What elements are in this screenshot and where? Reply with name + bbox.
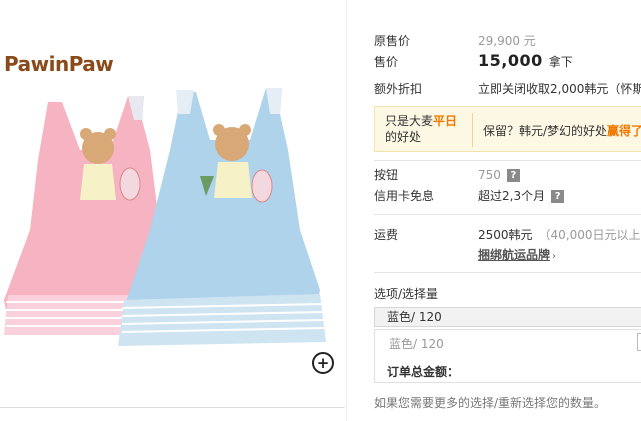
- shipping-value: 2500韩元: [478, 228, 533, 242]
- sale-price-label: 售价: [374, 55, 399, 69]
- extra-discount-row: 额外折扣 立即关闭收取2,000韩元（怀斯: [374, 80, 641, 97]
- shipping-label: 运费: [374, 228, 399, 242]
- original-price-value: 29,900 元: [478, 34, 536, 48]
- image-bottom-border: [0, 407, 345, 408]
- points-label: 按钮: [374, 168, 399, 182]
- panel-divider: [346, 0, 347, 421]
- promo-left-text: 只是大麦平日 的好处: [385, 113, 465, 145]
- promo-banner: 只是大麦平日 的好处 保留？韩元/梦幻的好处赢得了: [374, 106, 641, 152]
- sale-price-value: 15,000: [478, 51, 543, 70]
- section-divider: [374, 214, 641, 215]
- original-price-label: 原售价: [374, 34, 411, 48]
- bundle-shipping-link[interactable]: 捆绑航运品牌: [478, 248, 550, 262]
- installment-row: 信用卡免息 超过2,3个月?: [374, 187, 641, 204]
- footer-note: 如果您需要更多的选择/重新选择您的数量。: [374, 396, 607, 410]
- order-summary: 蓝色/ 120 订单总金额：: [374, 329, 641, 383]
- promo-left-highlight: 平日: [433, 114, 458, 128]
- product-info-panel: 原售价 29,900 元 售价 15,000 拿下 额外折扣 立即关闭收取2,000韩元…: [360, 0, 641, 421]
- shipping-note: （40,000日元以上免费: [538, 228, 641, 242]
- extra-discount-value: 立即关闭收取2,000韩元（怀斯: [478, 82, 641, 96]
- installment-label: 信用卡免息: [374, 189, 435, 203]
- order-item-option: 蓝色/ 120: [389, 337, 444, 351]
- installment-value: 超过2,3个月: [478, 189, 546, 203]
- order-total-label: 订单总金额：: [387, 365, 460, 379]
- points-help-icon[interactable]: ?: [506, 169, 520, 182]
- options-row: 选项/选择量: [374, 285, 641, 302]
- original-price-row: 原售价 29,900 元: [374, 32, 641, 49]
- chevron-right-icon: ›: [552, 251, 557, 262]
- sale-price-unit: 拿下: [548, 55, 573, 69]
- section-divider: [374, 272, 641, 273]
- promo-right-body: 保留？韩元/梦幻的好处: [483, 124, 608, 138]
- points-row: 按钮 750?: [374, 166, 641, 183]
- extra-discount-label: 额外折扣: [374, 82, 423, 96]
- promo-separator: [472, 113, 473, 147]
- shipping-link-row: 捆绑航运品牌 ›: [374, 246, 641, 263]
- quantity-input[interactable]: [637, 333, 641, 351]
- product-photo[interactable]: [0, 80, 345, 360]
- brand-logo: PawinPaw: [4, 52, 114, 76]
- promo-right-highlight[interactable]: 赢得了: [607, 124, 641, 138]
- installment-help-icon[interactable]: ?: [551, 190, 565, 203]
- options-label: 选项/选择量: [374, 287, 439, 301]
- promo-left-pre: 只是大麦: [385, 114, 434, 128]
- promo-left-post: 的好处: [385, 130, 422, 144]
- points-value: 750: [478, 168, 501, 182]
- product-image-panel: PawinPaw +: [0, 0, 345, 421]
- zoom-in-icon[interactable]: +: [312, 352, 334, 374]
- shipping-row: 运费 2500韩元 （40,000日元以上免费: [374, 226, 641, 243]
- option-select[interactable]: 蓝色/ 120: [374, 307, 641, 327]
- promo-right-text[interactable]: 保留？韩元/梦幻的好处赢得了: [483, 122, 641, 139]
- section-divider: [374, 160, 641, 161]
- sale-price-row: 售价 15,000 拿下: [374, 51, 641, 70]
